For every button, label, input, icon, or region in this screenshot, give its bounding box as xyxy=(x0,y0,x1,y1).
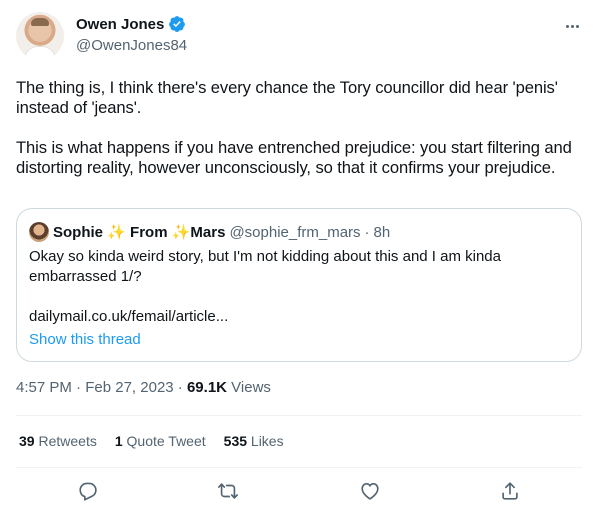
tweet-date[interactable]: Feb 27, 2023 xyxy=(85,379,173,396)
likes-stat[interactable]: 535 Likes xyxy=(224,433,284,449)
quote-tweet-card[interactable]: Sophie ✨ From ✨Mars @sophie_frm_mars · 8… xyxy=(16,208,582,362)
quote-author-name: Sophie ✨ From ✨Mars xyxy=(53,223,225,241)
quote-text: Okay so kinda weird story, but I'm not k… xyxy=(29,248,501,325)
author-handle[interactable]: @OwenJones84 xyxy=(76,37,187,54)
quote-timestamp: 8h xyxy=(373,223,391,241)
views-label: Views xyxy=(231,379,271,396)
tweet-time[interactable]: 4:57 PM xyxy=(16,379,72,396)
tweet-text: The thing is, I think there's every chan… xyxy=(16,78,572,177)
engagement-stats: 39 Retweets 1 Quote Tweet 535 Likes xyxy=(19,433,284,449)
quotes-count: 1 xyxy=(114,433,123,449)
verified-badge-icon xyxy=(168,15,186,33)
retweet-icon[interactable] xyxy=(217,480,239,502)
quote-separator: · xyxy=(364,223,370,241)
tweet-header: Owen Jones @OwenJones84 xyxy=(16,12,582,60)
likes-count: 535 xyxy=(223,433,248,449)
tweet-meta: 4:57 PM · Feb 27, 2023 · 69.1K Views xyxy=(16,379,271,396)
views-count: 69.1K xyxy=(186,379,227,396)
avatar-hair xyxy=(31,18,49,26)
tweet-actions-bar xyxy=(16,470,582,514)
author-display-name[interactable]: Owen Jones xyxy=(76,16,164,33)
meta-separator: · xyxy=(76,379,82,396)
more-icon[interactable] xyxy=(562,16,582,36)
quote-author-handle: @sophie_frm_mars xyxy=(229,223,361,241)
meta-separator: · xyxy=(177,379,183,396)
quote-name-part1: Sophie xyxy=(53,224,104,241)
quote-author-avatar xyxy=(29,222,49,242)
quotes-label: Quote Tweet xyxy=(126,433,206,449)
retweets-count: 39 xyxy=(19,433,35,449)
quote-name-part3: Mars xyxy=(190,224,226,241)
quote-name-part2: From xyxy=(130,224,168,241)
avatar-shirt xyxy=(24,46,56,60)
reply-icon[interactable] xyxy=(77,480,99,502)
share-icon[interactable] xyxy=(499,480,521,502)
quote-header: Sophie ✨ From ✨Mars @sophie_frm_mars · 8… xyxy=(29,222,390,242)
show-thread-link[interactable]: Show this thread xyxy=(29,331,141,348)
divider xyxy=(16,467,582,468)
divider xyxy=(16,415,582,416)
likes-label: Likes xyxy=(250,433,284,449)
retweets-stat[interactable]: 39 Retweets xyxy=(19,433,97,449)
sparkle-icon: ✨ xyxy=(171,224,191,241)
author-avatar[interactable] xyxy=(16,12,64,60)
quotes-stat[interactable]: 1 Quote Tweet xyxy=(115,433,206,449)
retweets-label: Retweets xyxy=(38,433,97,449)
like-icon[interactable] xyxy=(359,480,381,502)
author-name-row: Owen Jones xyxy=(76,15,186,33)
sparkle-icon: ✨ xyxy=(107,224,126,241)
